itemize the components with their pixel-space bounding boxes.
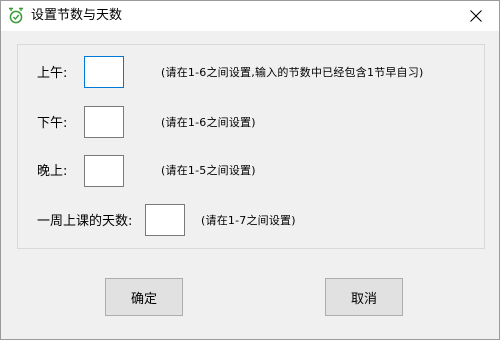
afternoon-hint: (请在1-6之间设置) (161, 116, 256, 129)
evening-label: 晚上: (37, 164, 68, 179)
title-bar: 设置节数与天数 (1, 1, 499, 31)
days-per-week-input[interactable] (145, 204, 185, 236)
days-hint: (请在1-7之间设置) (201, 214, 296, 227)
ok-button[interactable]: 确定 (105, 278, 183, 316)
days-label: 一周上课的天数: (37, 214, 133, 229)
window-title: 设置节数与天数 (31, 8, 123, 23)
afternoon-label: 下午: (37, 116, 68, 131)
afternoon-periods-input[interactable] (84, 106, 124, 138)
close-icon (470, 10, 482, 22)
alarm-clock-icon (7, 6, 25, 24)
morning-periods-input[interactable] (84, 56, 124, 88)
morning-label: 上午: (37, 66, 68, 81)
cancel-button[interactable]: 取消 (325, 278, 403, 316)
dialog-window: 设置节数与天数 上午: (请在1-6之间设置,输入的节数中已经包含1节早自习) … (0, 0, 500, 340)
evening-periods-input[interactable] (84, 155, 124, 187)
evening-hint: (请在1-5之间设置) (161, 164, 256, 177)
close-button[interactable] (453, 1, 499, 31)
morning-hint: (请在1-6之间设置,输入的节数中已经包含1节早自习) (161, 66, 424, 79)
